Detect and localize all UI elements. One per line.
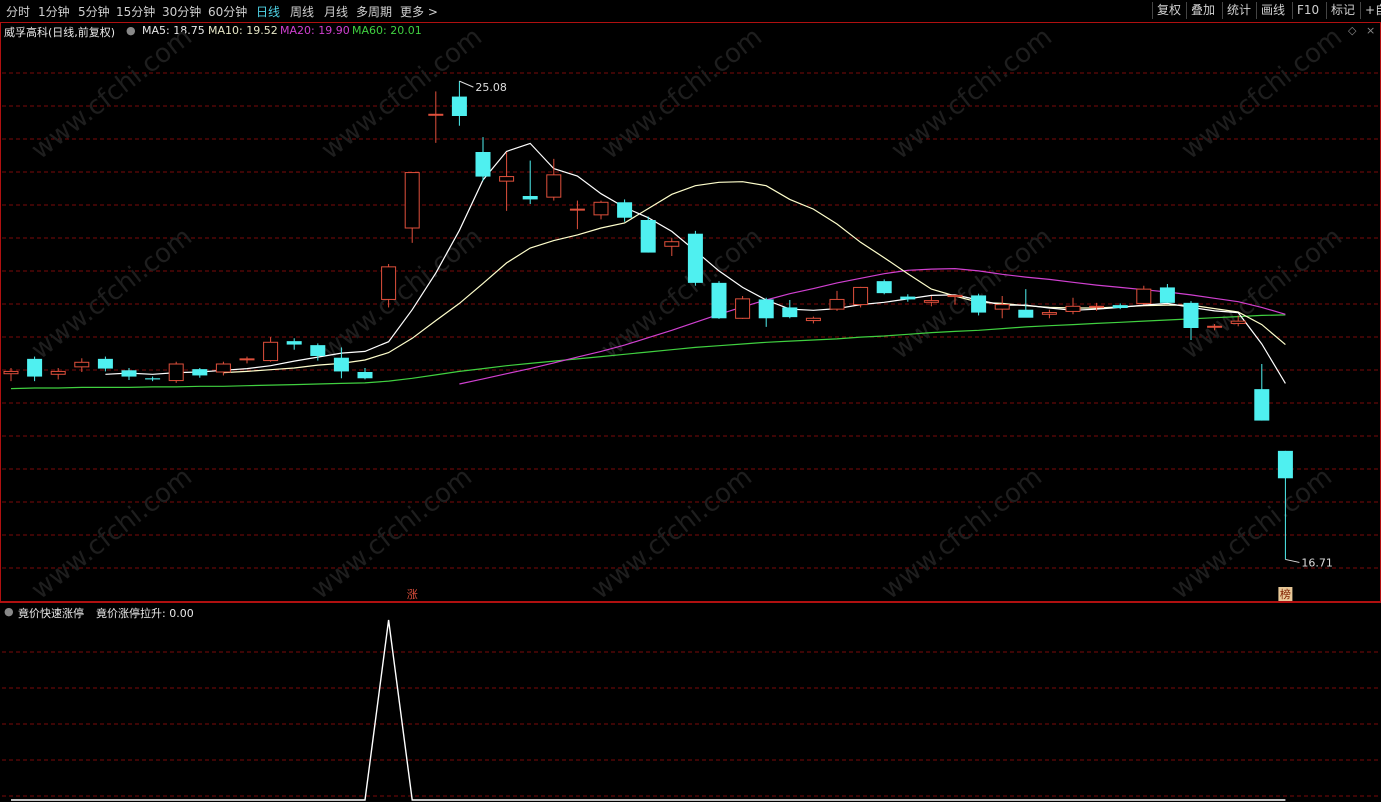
high-pointer — [459, 80, 474, 88]
candle-body-51 — [1207, 325, 1223, 328]
watermark-4: www.cfchi.com — [1176, 22, 1348, 166]
candle-body-7 — [168, 363, 184, 382]
candle-body-18 — [428, 113, 444, 116]
candle-body-32 — [758, 299, 774, 319]
watermark-8: www.cfchi.com — [886, 222, 1058, 366]
candle-body-5 — [121, 370, 137, 377]
candle-body-44 — [1041, 312, 1057, 315]
candle-body-27 — [640, 220, 656, 253]
candle-body-10 — [239, 358, 255, 361]
watermark-0: www.cfchi.com — [26, 22, 198, 166]
candle-body-31 — [735, 298, 751, 319]
high-label: 25.08 — [475, 81, 507, 94]
candle-body-50 — [1183, 302, 1199, 328]
candle-body-6 — [145, 378, 161, 380]
kline-chart[interactable]: www.cfchi.com www.cfchi.com www.cfchi.com w… — [0, 0, 1381, 802]
candle-body-0 — [3, 370, 19, 375]
candle-body-23 — [546, 174, 562, 198]
candle-body-12 — [286, 341, 302, 345]
candle-body-52 — [1230, 320, 1246, 324]
candle-body-38 — [900, 296, 916, 300]
indicator-line — [11, 619, 1286, 801]
low-label: 16.71 — [1301, 556, 1333, 569]
candle-body-19 — [451, 96, 467, 116]
candle-body-48 — [1136, 288, 1152, 304]
candle-body-47 — [1112, 305, 1128, 308]
candle-body-9 — [215, 363, 231, 373]
candle-body-14 — [333, 357, 349, 372]
candle-body-2 — [50, 370, 66, 375]
watermark-2: www.cfchi.com — [596, 22, 768, 166]
watermark-3: www.cfchi.com — [886, 22, 1058, 166]
candle-body-22 — [522, 196, 538, 200]
candle-body-54 — [1277, 450, 1293, 479]
candle-body-34 — [805, 317, 821, 322]
candle-body-37 — [876, 281, 892, 294]
ma20-line — [459, 267, 1286, 385]
candle-body-17 — [404, 172, 420, 229]
candle-body-53 — [1254, 389, 1270, 421]
candle-body-24 — [569, 208, 585, 211]
marker-0: 涨 — [407, 588, 418, 601]
candle-body-25 — [593, 201, 609, 216]
marker-1: 榜 — [1280, 587, 1291, 601]
watermark-12: www.cfchi.com — [876, 462, 1048, 606]
candle-body-1 — [27, 358, 43, 377]
candle-body-28 — [664, 241, 680, 247]
watermark-14: www.cfchi.com — [26, 462, 198, 606]
watermark-5: www.cfchi.com — [26, 222, 198, 366]
candle-body-45 — [1065, 305, 1081, 312]
candle-body-26 — [617, 202, 633, 218]
watermark-13: www.cfchi.com — [1166, 462, 1338, 606]
low-pointer — [1285, 558, 1300, 563]
candle-body-36 — [853, 286, 869, 306]
candle-body-16 — [381, 266, 397, 300]
watermark-11: www.cfchi.com — [586, 462, 758, 606]
candle-body-11 — [263, 341, 279, 362]
candle-body-43 — [1018, 309, 1034, 318]
candle-body-13 — [310, 345, 326, 356]
candle-body-4 — [97, 358, 113, 369]
candle-body-49 — [1159, 287, 1175, 303]
watermark-10: www.cfchi.com — [306, 462, 478, 606]
candle-body-21 — [499, 176, 515, 182]
candle-body-29 — [687, 233, 703, 283]
candle-body-33 — [782, 307, 798, 318]
candle-body-3 — [74, 361, 90, 368]
candle-body-20 — [475, 152, 491, 177]
candle-body-8 — [192, 369, 208, 376]
watermark-1: www.cfchi.com — [316, 22, 488, 166]
candle-body-46 — [1089, 305, 1105, 308]
candle-body-35 — [829, 298, 845, 310]
candle-body-40 — [947, 294, 963, 298]
candle-body-30 — [711, 282, 727, 319]
candle-body-15 — [357, 372, 373, 379]
candle-body-42 — [994, 304, 1010, 310]
candle-body-39 — [923, 300, 939, 303]
candle-body-41 — [971, 295, 987, 313]
